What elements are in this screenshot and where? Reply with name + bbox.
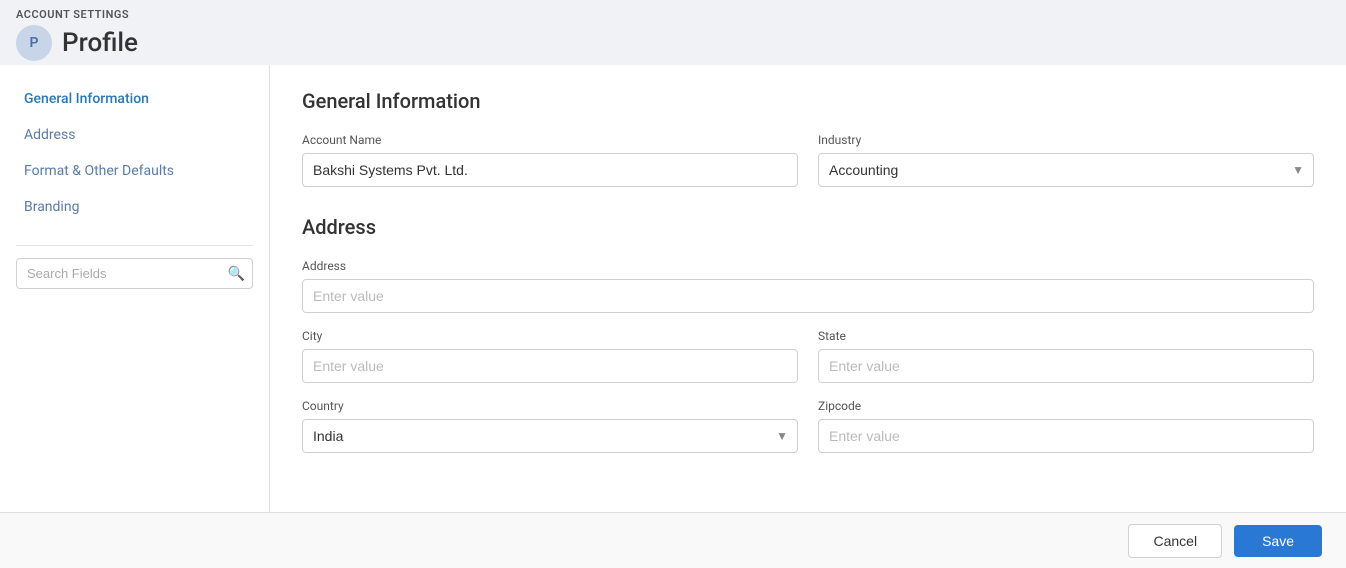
state-label: State: [818, 329, 1314, 343]
state-group: State: [818, 329, 1314, 383]
country-select[interactable]: India USA UK Australia Canada: [302, 419, 798, 453]
account-name-label: Account Name: [302, 133, 798, 147]
zipcode-input[interactable]: [818, 419, 1314, 453]
address-input[interactable]: [302, 279, 1314, 313]
sidebar-item-branding[interactable]: Branding: [0, 189, 269, 225]
address-row: Address: [302, 259, 1314, 313]
general-information-title: General Information: [302, 89, 1314, 113]
avatar: P: [16, 25, 52, 61]
page-title: Profile: [62, 28, 138, 58]
address-section: Address Address City State: [302, 215, 1314, 453]
zipcode-label: Zipcode: [818, 399, 1314, 413]
state-input[interactable]: [818, 349, 1314, 383]
account-name-group: Account Name: [302, 133, 798, 187]
country-zipcode-row: Country India USA UK Australia Canada ▼: [302, 399, 1314, 453]
city-input[interactable]: [302, 349, 798, 383]
save-button[interactable]: Save: [1234, 525, 1322, 557]
country-group: Country India USA UK Australia Canada ▼: [302, 399, 798, 453]
city-state-row: City State: [302, 329, 1314, 383]
sidebar-item-general-information[interactable]: General Information: [0, 81, 269, 117]
sidebar-divider: [16, 245, 253, 246]
sidebar-nav: General Information Address Format & Oth…: [0, 81, 269, 237]
city-group: City: [302, 329, 798, 383]
city-label: City: [302, 329, 798, 343]
zipcode-group: Zipcode: [818, 399, 1314, 453]
cancel-button[interactable]: Cancel: [1128, 524, 1222, 558]
country-label: Country: [302, 399, 798, 413]
sidebar: General Information Address Format & Oth…: [0, 65, 270, 512]
address-label: Address: [302, 259, 1314, 273]
account-settings-heading: ACCOUNT SETTINGS: [16, 8, 1330, 21]
account-name-industry-row: Account Name Industry Accounting Technol…: [302, 133, 1314, 187]
industry-label: Industry: [818, 133, 1314, 147]
address-section-title: Address: [302, 215, 1314, 239]
address-group: Address: [302, 259, 1314, 313]
search-fields-wrap: 🔍: [16, 258, 253, 289]
account-name-input[interactable]: [302, 153, 798, 187]
country-select-wrap: India USA UK Australia Canada ▼: [302, 419, 798, 453]
sidebar-item-format-other-defaults[interactable]: Format & Other Defaults: [0, 153, 269, 189]
right-panel: General Information Account Name Industr…: [270, 65, 1346, 512]
sidebar-item-address[interactable]: Address: [0, 117, 269, 153]
industry-group: Industry Accounting Technology Finance H…: [818, 133, 1314, 187]
search-input[interactable]: [16, 258, 253, 289]
general-information-section: General Information Account Name Industr…: [302, 89, 1314, 187]
industry-select[interactable]: Accounting Technology Finance Healthcare…: [818, 153, 1314, 187]
footer: Cancel Save: [0, 512, 1346, 568]
industry-select-wrap: Accounting Technology Finance Healthcare…: [818, 153, 1314, 187]
